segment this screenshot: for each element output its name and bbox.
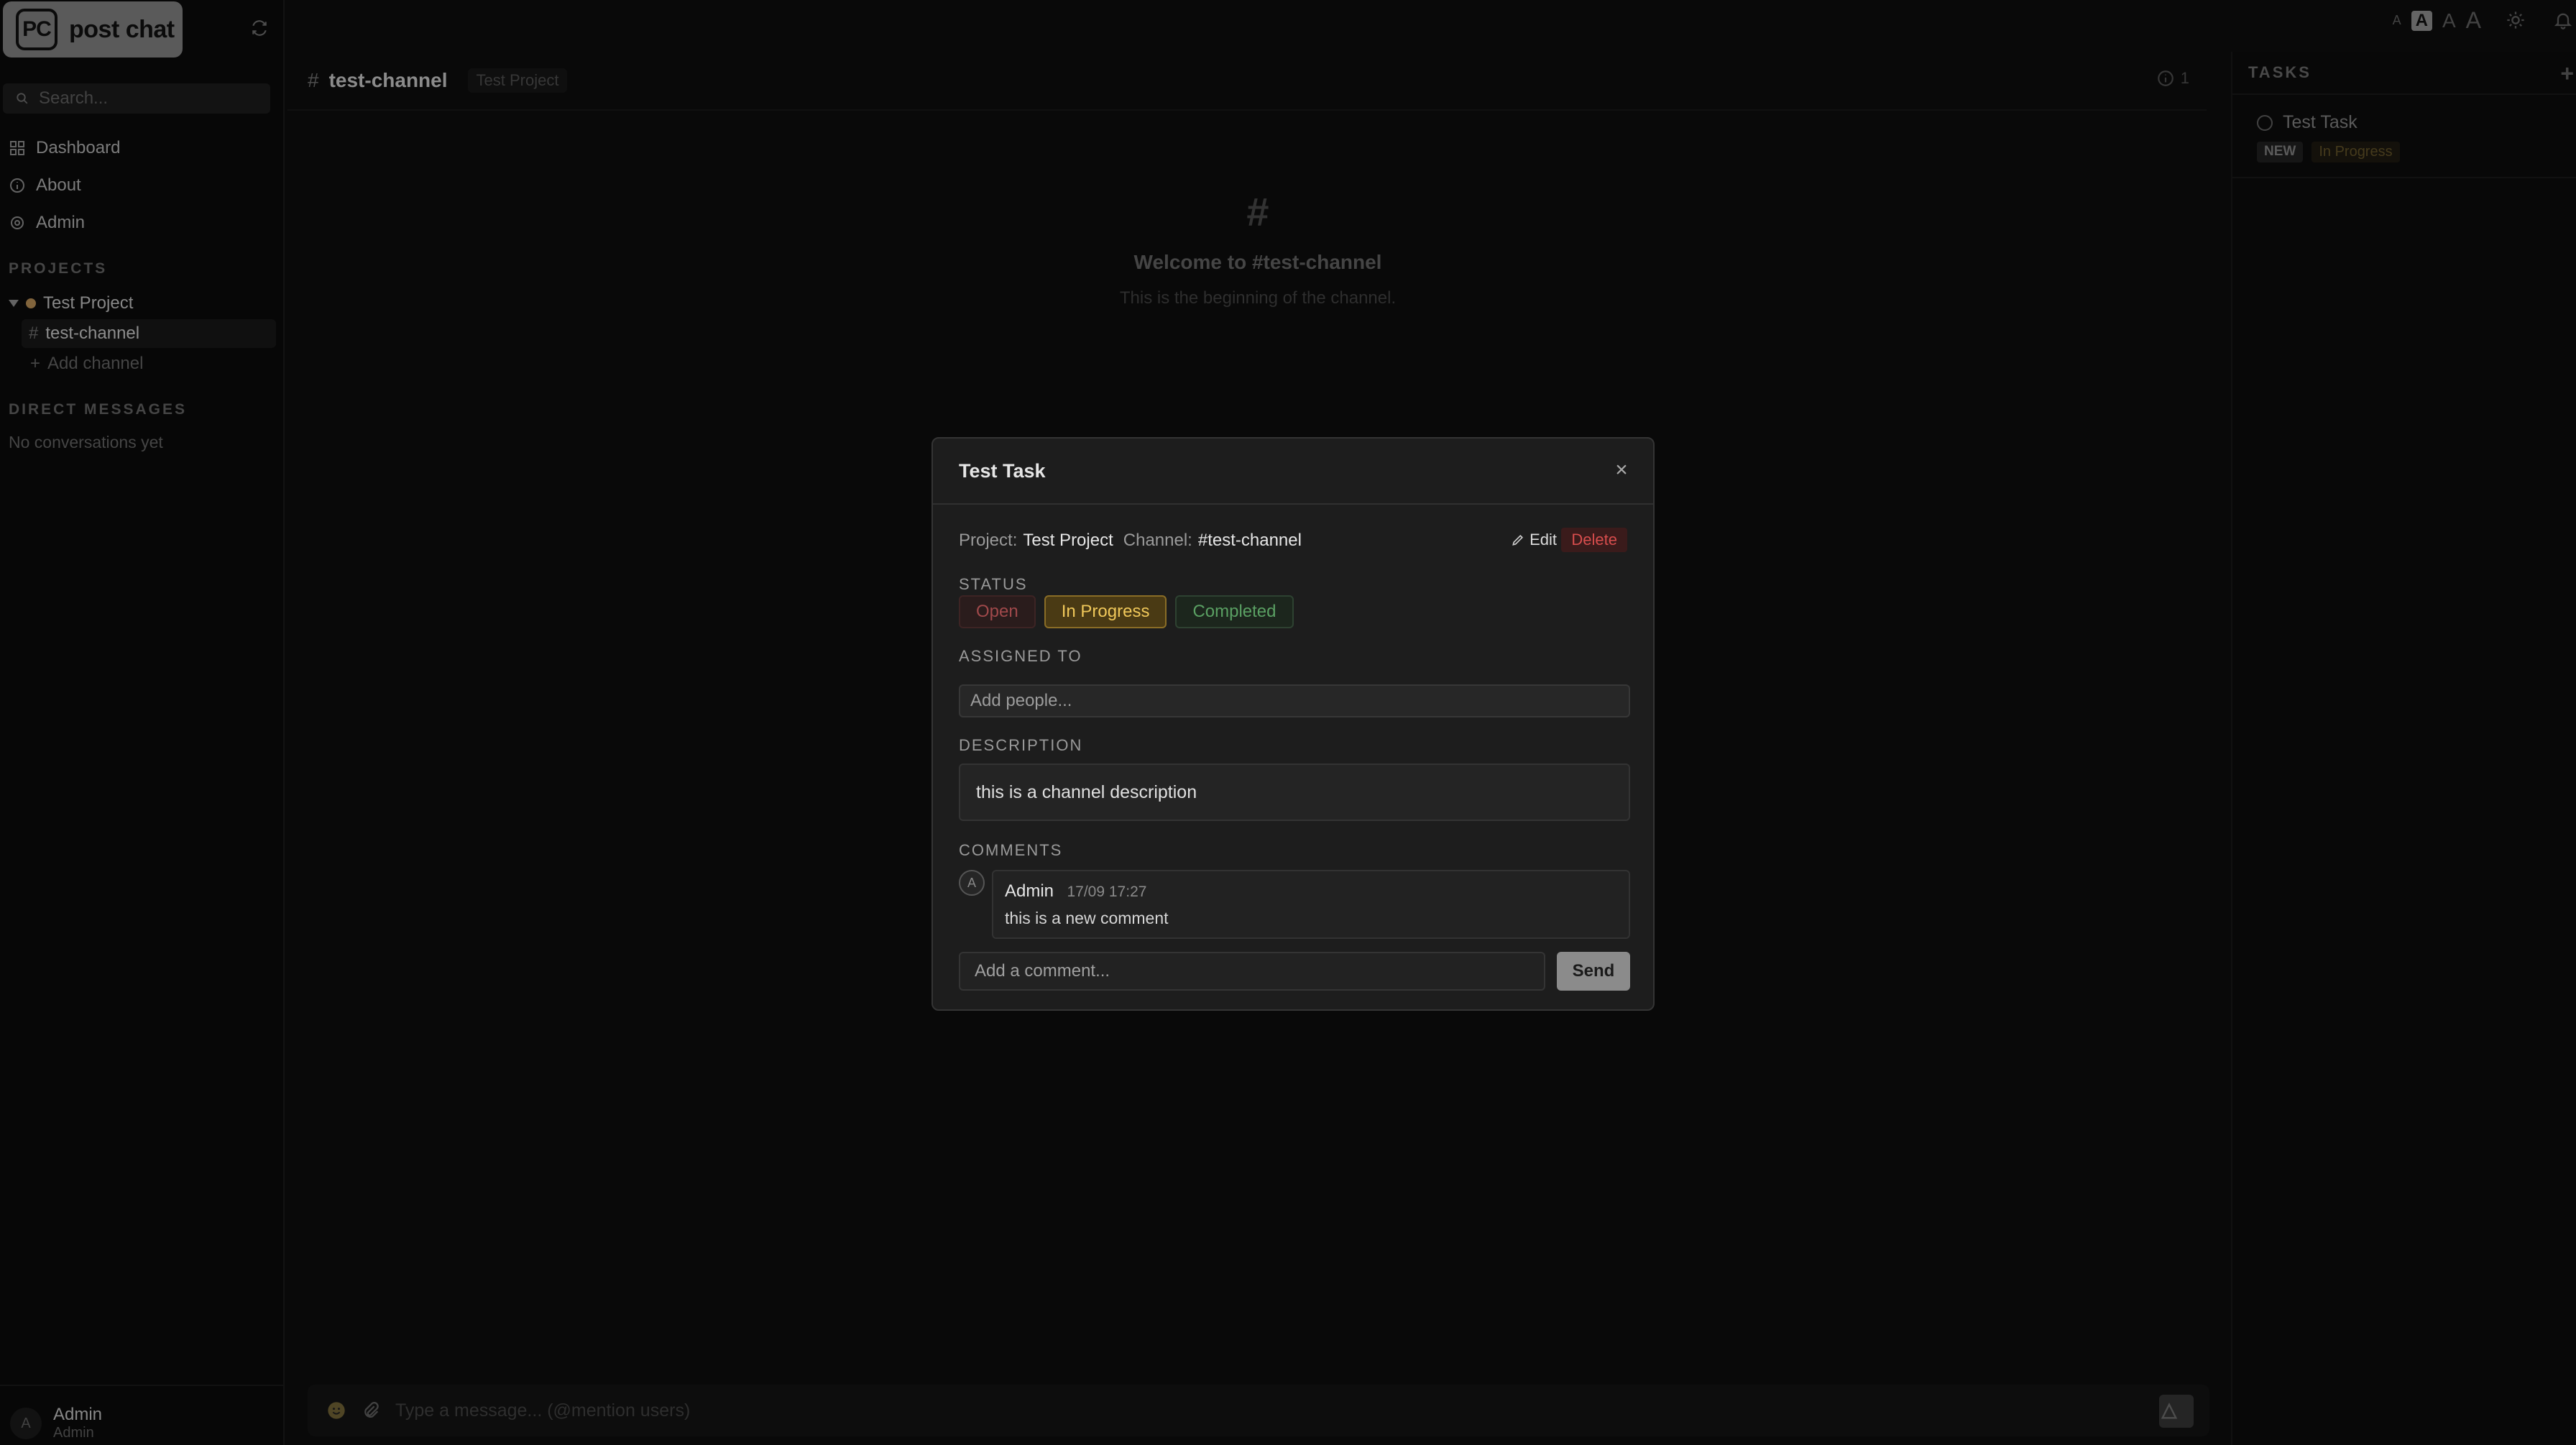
status-in-progress-button[interactable]: In Progress bbox=[1044, 595, 1167, 628]
comment-input[interactable] bbox=[959, 952, 1545, 991]
status-selector: Open In Progress Completed bbox=[959, 595, 1294, 628]
edit-label: Edit bbox=[1530, 531, 1557, 549]
description-label: DESCRIPTION bbox=[959, 736, 1083, 754]
comment-meta: Admin 17/09 17:27 bbox=[1005, 881, 1629, 902]
avatar: A bbox=[959, 870, 985, 896]
task-modal: Test Task × Project: Test Project Channe… bbox=[932, 437, 1655, 1011]
status-open-button[interactable]: Open bbox=[959, 595, 1036, 628]
modal-title: Test Task bbox=[959, 459, 1046, 482]
description-field[interactable]: this is a channel description bbox=[959, 763, 1630, 821]
channel-meta-label: Channel: bbox=[1123, 531, 1192, 550]
comments-label: COMMENTS bbox=[959, 841, 1063, 859]
edit-button[interactable]: Edit bbox=[1511, 528, 1557, 552]
comment-timestamp: 17/09 17:27 bbox=[1067, 884, 1147, 900]
status-label: STATUS bbox=[959, 575, 1028, 593]
task-meta: Project: Test Project Channel: #test-cha… bbox=[959, 528, 1627, 554]
assigned-to-label: ASSIGNED TO bbox=[959, 647, 1082, 665]
app-root: PC post chat Dashboard About Admin PROJE… bbox=[0, 0, 2576, 1445]
comment-author: Admin bbox=[1005, 881, 1054, 901]
pencil-icon bbox=[1512, 534, 1524, 546]
channel-meta-value: #test-channel bbox=[1197, 531, 1302, 550]
project-meta-label: Project: bbox=[959, 531, 1018, 550]
modal-header: Test Task × bbox=[933, 439, 1653, 505]
send-comment-button[interactable]: Send bbox=[1557, 952, 1630, 991]
assign-people-input[interactable] bbox=[959, 684, 1630, 717]
close-button[interactable]: × bbox=[1611, 458, 1632, 482]
project-meta-value: Test Project bbox=[1023, 531, 1113, 550]
status-completed-button[interactable]: Completed bbox=[1175, 595, 1294, 628]
comment-item: Admin 17/09 17:27 this is a new comment bbox=[992, 870, 1630, 939]
delete-button[interactable]: Delete bbox=[1561, 528, 1627, 552]
comment-text: this is a new comment bbox=[1005, 909, 1169, 927]
